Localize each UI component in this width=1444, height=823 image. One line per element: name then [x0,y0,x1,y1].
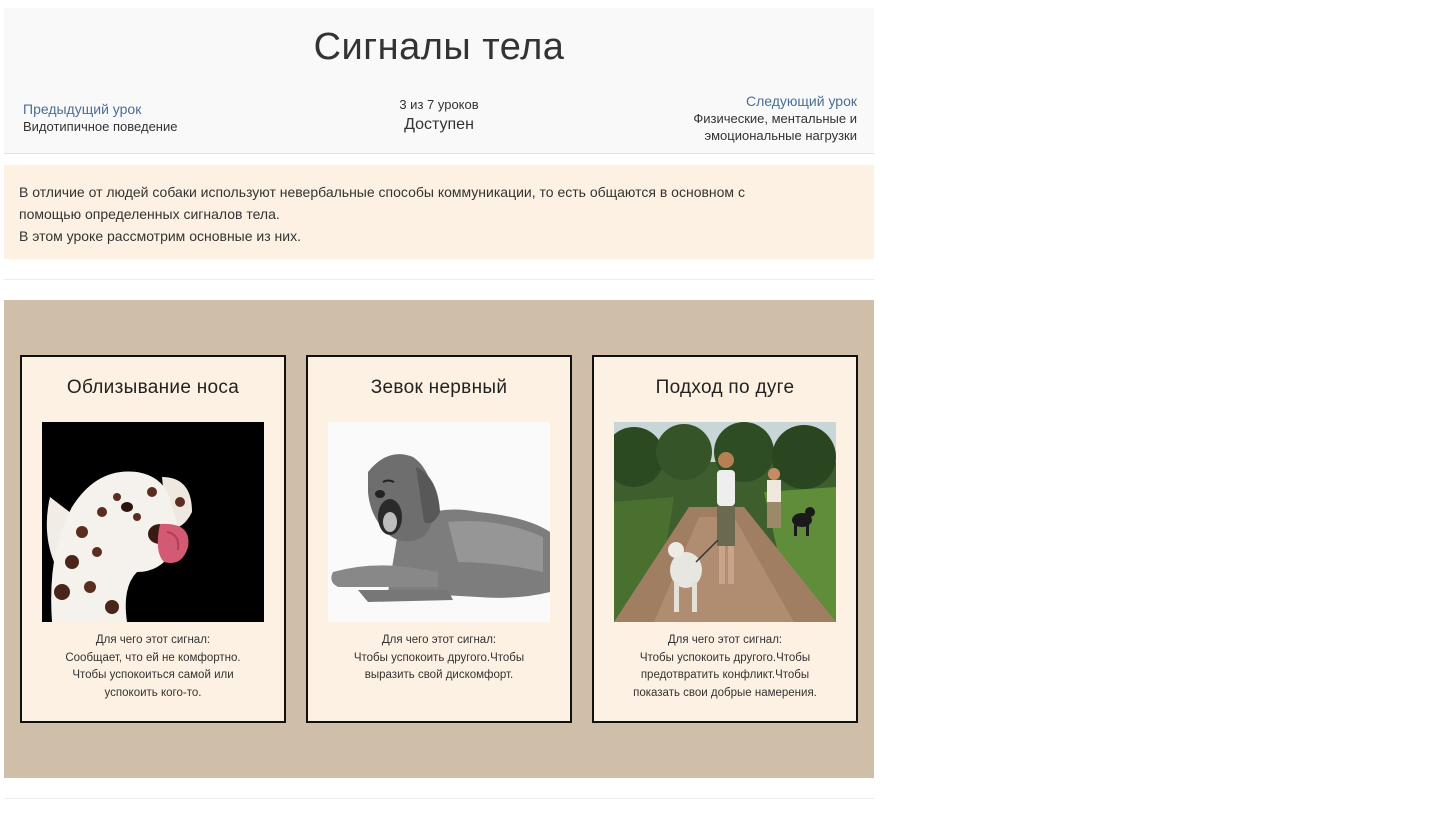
next-lesson-title-line1: Физические, ментальные и [693,111,857,126]
next-lesson-title-line2: эмоциональные нагрузки [704,128,857,143]
divider [4,798,874,799]
signal-card: Подход по дуге Для чего этот сигнал: Что… [592,355,858,723]
card-text-line: Для чего этот сигнал: [95,634,211,646]
card-text-line: Сообщает, что ей не комфортно. [65,651,241,664]
intro-line-1: В отличие от людей собаки используют нев… [19,184,745,200]
dalmatian-image [42,422,264,622]
signal-card: Облизывание носа Для чего этот сигнал: С… [20,355,286,723]
page-title: Сигналы тела [313,26,565,68]
lesson-header: Сигналы тела Предыдущий урок Видотипично… [4,8,874,154]
card-title: Зевок нервный [370,377,508,398]
card-text-line: Чтобы успокоить другого.Чтобы [639,651,811,664]
intro-block: В отличие от людей собаки используют нев… [4,165,874,259]
divider [4,279,874,280]
card-text-line: показать свои добрые намерения. [633,686,817,699]
signals-section: Облизывание носа Для чего этот сигнал: С… [4,300,874,778]
card-text-line: Для чего этот сигнал: [667,634,783,646]
card-text-line: выразить свой дискомфорт. [364,669,514,681]
lesson-page: Сигналы тела Предыдущий урок Видотипично… [4,8,874,799]
card-text-line: успокоить кого-то. [104,686,202,699]
next-lesson-nav[interactable]: Следующий урок Физические, ментальные и … [693,92,857,144]
card-text-line: предотвратить конфликт.Чтобы [640,669,810,681]
next-lesson-link[interactable]: Следующий урок [693,92,857,110]
card-description: Для чего этот сигнал: Сообщает, что ей н… [32,632,274,702]
card-description: Для чего этот сигнал: Чтобы успокоить др… [318,632,560,685]
card-text-line: Для чего этот сигнал: [381,634,497,646]
card-text-line: Чтобы успокоиться самой или [72,669,234,681]
card-text-line: Чтобы успокоить другого.Чтобы [353,651,525,664]
intro-line-3: В этом уроке рассмотрим основные из них. [19,228,301,244]
signal-card: Зевок нервный Для чего этот сигнал: Чтоб… [306,355,572,723]
walking-dogs-image [614,422,836,622]
yawning-dog-image [328,422,550,622]
card-description: Для чего этот сигнал: Чтобы успокоить др… [604,632,846,702]
card-title: Облизывание носа [66,377,240,398]
card-title: Подход по дуге [655,377,795,398]
intro-line-2: помощью определенных сигналов тела. [19,206,280,222]
